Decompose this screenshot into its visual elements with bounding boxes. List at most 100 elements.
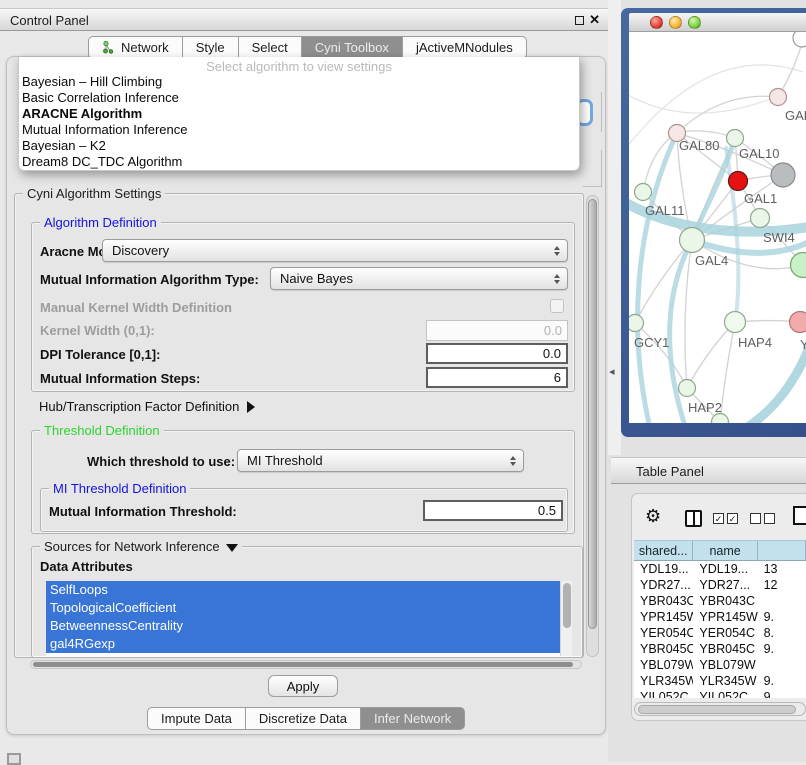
tab-style[interactable]: Style	[183, 36, 239, 59]
algorithm-dropdown-popup: Select algorithm to view settings Bayesi…	[18, 57, 580, 171]
close-window-icon[interactable]	[650, 16, 663, 29]
algorithm-option-aracne[interactable]: ARACNE Algorithm	[19, 106, 579, 122]
close-panel-icon[interactable]: ✕	[589, 12, 600, 28]
dpi-tolerance-field[interactable]: 0.0	[426, 343, 568, 364]
table-row[interactable]: YIL052CYIL052C9.	[634, 689, 806, 698]
settings-horizontal-scrollbar-thumb[interactable]	[33, 662, 573, 667]
panel-divider[interactable]	[608, 0, 621, 455]
network-graph	[629, 32, 806, 423]
network-window-titlebar	[629, 13, 806, 32]
column-header-cutoff[interactable]	[758, 540, 806, 561]
table-row[interactable]: YBR043CYBR043C	[634, 593, 806, 609]
collapsed-panel-icon[interactable]	[7, 753, 21, 765]
node-table: shared... name YDL19...YDL19...13 YDR27.…	[634, 540, 806, 698]
kernel-width-label: Kernel Width (0,1):	[40, 323, 155, 338]
minimize-window-icon[interactable]	[669, 16, 682, 29]
node-label: HAP2	[688, 400, 722, 415]
node-gray[interactable]	[771, 163, 795, 187]
node-salmon-y[interactable]	[790, 312, 806, 333]
algorithm-option-bayesian-k2[interactable]: Bayesian – K2	[19, 138, 579, 154]
manual-kernel-width-checkbox[interactable]	[550, 299, 564, 313]
combo-arrows-icon	[554, 274, 560, 284]
node-label: GAL11	[645, 203, 685, 218]
tab-discretize-data[interactable]: Discretize Data	[246, 707, 361, 730]
mi-algorithm-type-label: Mutual Information Algorithm Type:	[40, 272, 259, 287]
tab-select[interactable]: Select	[239, 36, 302, 59]
table-row[interactable]: YDR27...YDR27...12	[634, 577, 806, 593]
checked-checkbox-icon[interactable]: ✓	[727, 513, 738, 524]
unchecked-checkbox-icon[interactable]	[750, 513, 761, 524]
attribute-topologicalcoefficient[interactable]: TopologicalCoefficient	[46, 599, 572, 617]
node-red-gal1[interactable]	[729, 172, 748, 191]
algorithm-option-mutual-information[interactable]: Mutual Information Inference	[19, 122, 579, 138]
mi-steps-field[interactable]: 6	[426, 367, 568, 388]
node-swi4[interactable]	[751, 209, 770, 228]
table-row[interactable]: YBR045CYBR045C9.	[634, 641, 806, 657]
table-row[interactable]: YER054CYER054C8.	[634, 625, 806, 641]
node-gcy1[interactable]	[629, 315, 644, 332]
tab-cyni-toolbox[interactable]: Cyni Toolbox	[302, 36, 403, 59]
mi-steps-label: Mutual Information Steps:	[40, 371, 200, 386]
node-label: HAP4	[738, 335, 772, 350]
collapse-arrow-icon	[226, 544, 238, 552]
attribute-selfloops[interactable]: SelfLoops	[46, 581, 572, 599]
tab-jactivemnodules[interactable]: jActiveMNodules	[403, 36, 527, 59]
mi-threshold-field[interactable]: 0.5	[423, 500, 563, 521]
document-icon[interactable]	[793, 506, 806, 525]
algorithm-option-basic-correlation[interactable]: Basic Correlation Inference	[19, 90, 579, 106]
table-row[interactable]: YDL19...YDL19...13	[634, 561, 806, 577]
settings-vertical-scrollbar-thumb[interactable]	[588, 199, 597, 629]
node-gal10[interactable]	[727, 130, 744, 147]
settings-vertical-scrollbar[interactable]	[586, 195, 599, 657]
node-hap2[interactable]	[679, 380, 696, 397]
cyni-bottom-tabbar: Impute Data Discretize Data Infer Networ…	[147, 707, 465, 730]
table-row[interactable]: YBL079WYBL079W	[634, 657, 806, 673]
table-row[interactable]: YLR345WYLR345W9.	[634, 673, 806, 689]
node-label: GCY1	[634, 335, 669, 350]
table-row[interactable]: YPR145WYPR145W9.	[634, 609, 806, 625]
mi-algorithm-type-combo[interactable]: Naive Bayes	[270, 267, 568, 290]
node-bright-green[interactable]	[791, 253, 806, 278]
table-panel-title: Table Panel	[636, 464, 704, 479]
kernel-width-field[interactable]: 0.0	[426, 320, 568, 341]
mi-threshold-definition-title: MI Threshold Definition	[49, 481, 190, 496]
node-unlabeled-top[interactable]	[793, 32, 806, 47]
which-threshold-label: Which threshold to use:	[87, 454, 235, 469]
network-canvas[interactable]: GAL GAL80 GAL10 GAL1 GAL11 SWI4 GAL4 GCY…	[629, 32, 806, 423]
table-horizontal-scrollbar-thumb[interactable]	[638, 705, 796, 714]
algorithm-option-dream8[interactable]: Dream8 DC_TDC Algorithm	[19, 154, 579, 170]
aracne-mode-combo[interactable]: Discovery	[102, 239, 568, 262]
threshold-definition-group: Threshold Definition Which threshold to …	[31, 430, 575, 534]
hidden-groupbox-edge	[601, 92, 602, 132]
control-panel-tabbar: Network Style Select Cyni Toolbox jActiv…	[88, 36, 527, 59]
algorithm-dropdown-prompt: Select algorithm to view settings	[19, 57, 579, 74]
sources-title[interactable]: Sources for Network Inference	[40, 539, 242, 554]
algorithm-option-bayesian-hill-climbing[interactable]: Bayesian – Hill Climbing	[19, 74, 579, 90]
zoom-window-icon[interactable]	[688, 16, 701, 29]
node-gal11[interactable]	[635, 184, 652, 201]
attribute-betweennesscentrality[interactable]: BetweennessCentrality	[46, 617, 572, 635]
tab-infer-network[interactable]: Infer Network	[361, 707, 465, 730]
hub-transcription-factor-section[interactable]: Hub/Transcription Factor Definition	[39, 399, 255, 414]
manual-kernel-width-label: Manual Kernel Width Definition	[40, 300, 232, 315]
which-threshold-combo[interactable]: MI Threshold	[237, 449, 524, 472]
checked-checkbox-icon[interactable]: ✓	[713, 513, 724, 524]
attribute-list-scrollbar[interactable]	[560, 581, 572, 656]
gear-icon[interactable]: ⚙	[645, 506, 661, 527]
settings-horizontal-scrollbar[interactable]	[30, 660, 582, 669]
column-header-name[interactable]: name	[693, 540, 757, 561]
node-gal-partial[interactable]	[770, 89, 787, 106]
tab-impute-data[interactable]: Impute Data	[147, 707, 246, 730]
unchecked-checkbox-icon[interactable]	[764, 513, 775, 524]
apply-button[interactable]: Apply	[268, 675, 338, 697]
column-header-shared[interactable]: shared...	[634, 540, 693, 561]
attribute-gal4rgexp[interactable]: gal4RGexp	[46, 635, 572, 653]
float-panel-icon[interactable]	[575, 16, 584, 25]
divider-collapse-icon[interactable]: ◂	[609, 365, 615, 378]
node-gal4[interactable]	[680, 228, 705, 253]
tab-network[interactable]: Network	[88, 36, 183, 59]
table-horizontal-scrollbar[interactable]	[634, 702, 806, 716]
node-label: GAL	[785, 108, 806, 123]
node-hap4[interactable]	[725, 312, 746, 333]
columns-icon[interactable]	[685, 510, 702, 527]
